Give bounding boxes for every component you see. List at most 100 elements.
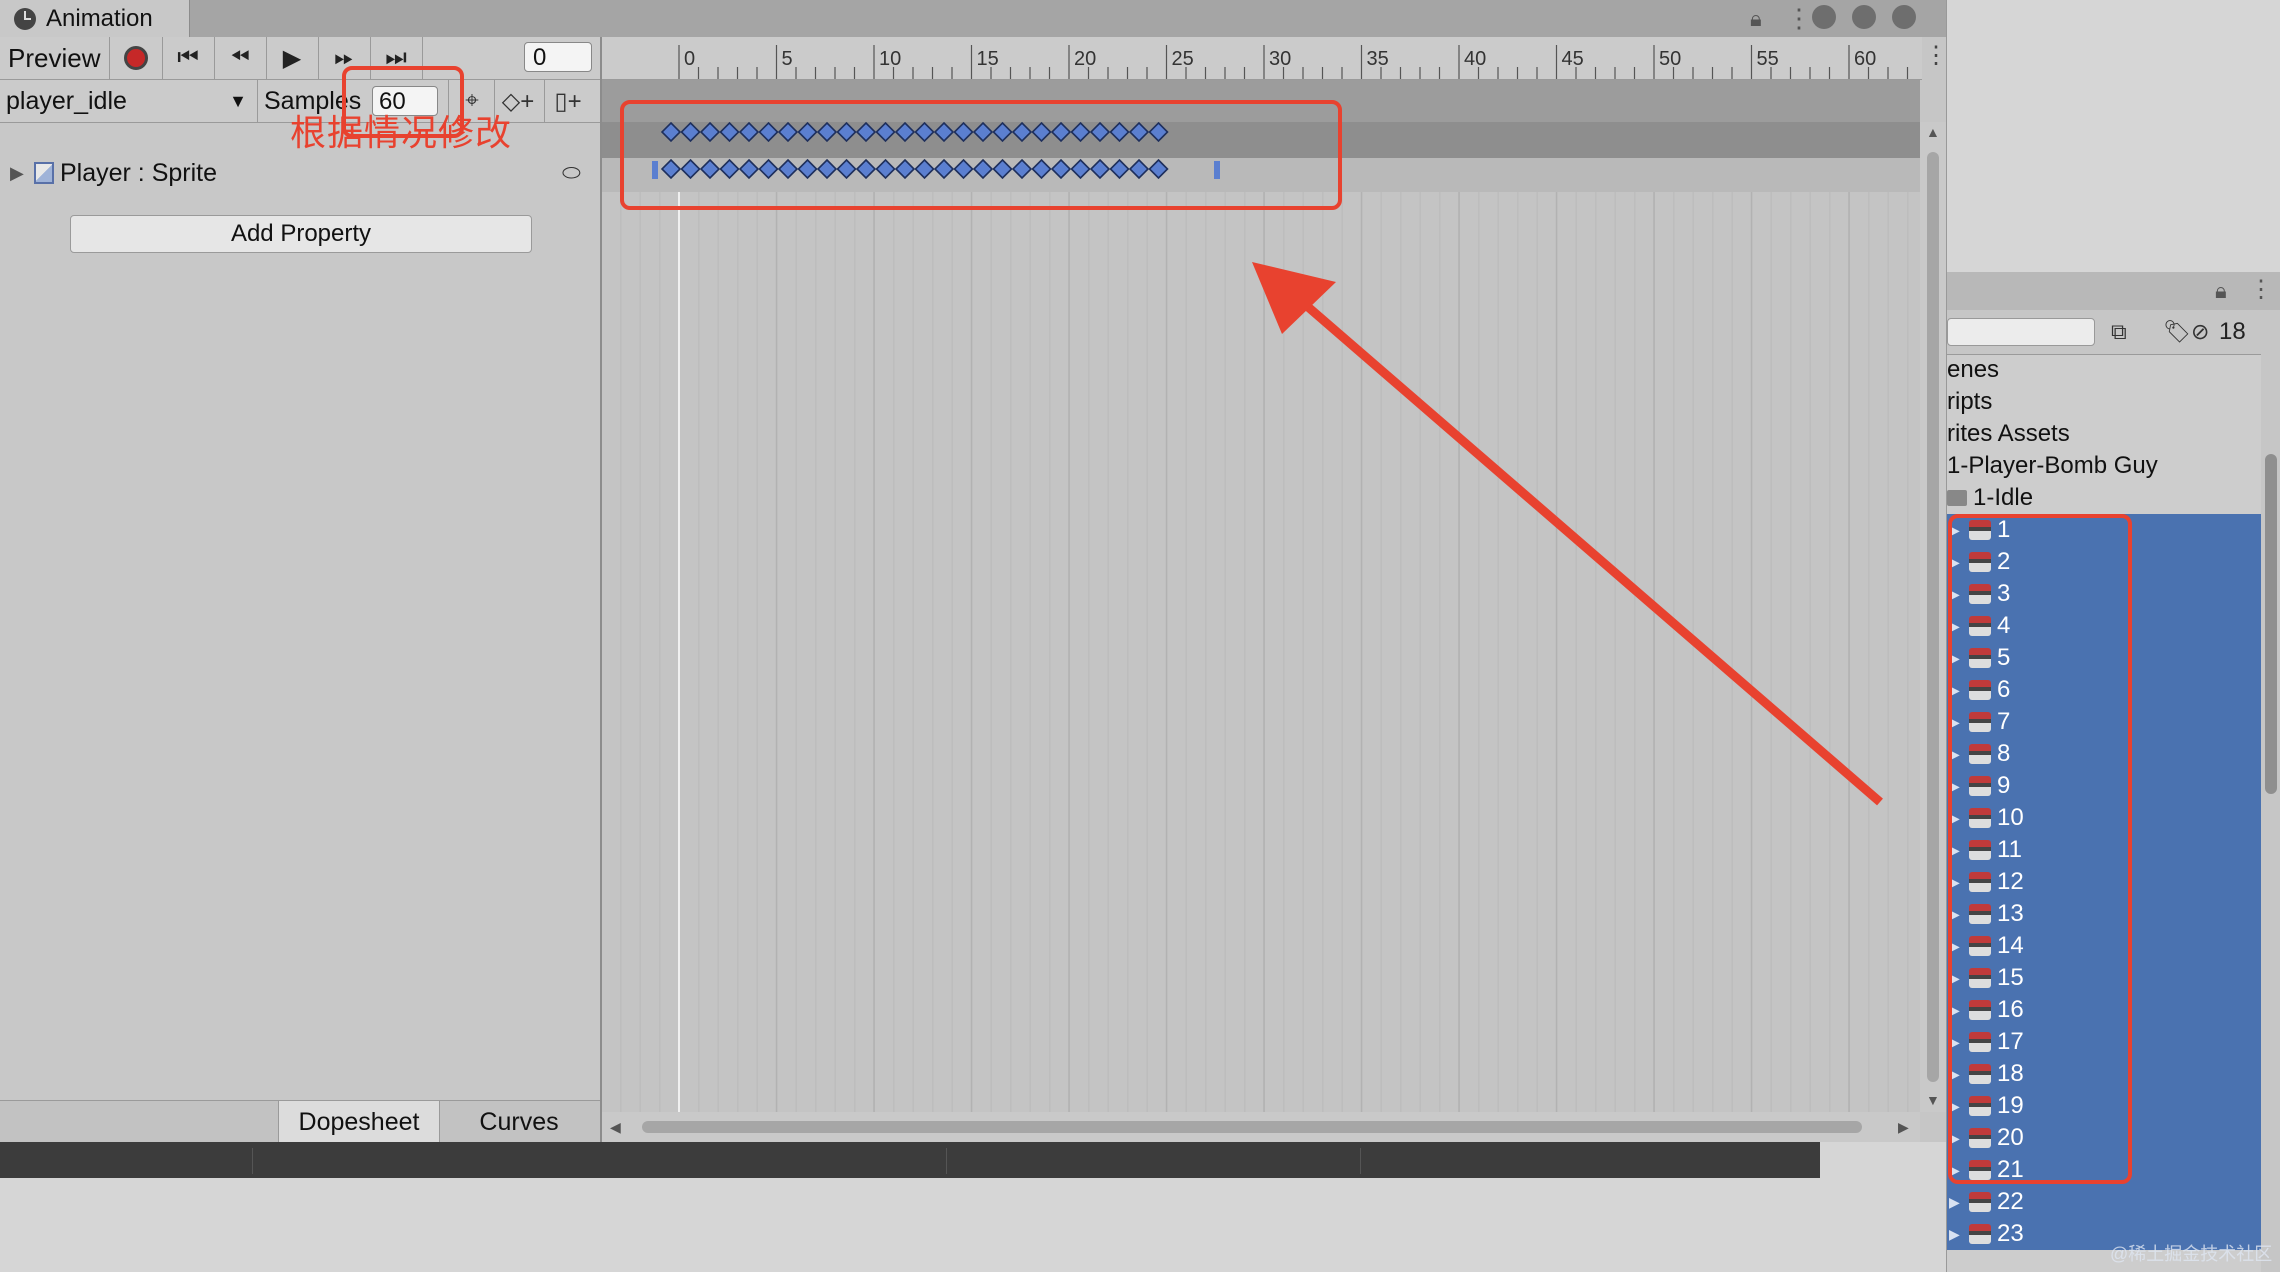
project-scrollbar[interactable] — [2261, 354, 2280, 1272]
foldout-arrow-icon[interactable]: ▶ — [1949, 1154, 1960, 1186]
sprite-asset-item[interactable]: ▶ 18 — [1947, 1058, 2261, 1090]
foldout-arrow-icon[interactable]: ▶ — [1949, 578, 1960, 610]
sprite-asset-item[interactable]: ▶ 16 — [1947, 994, 2261, 1026]
sprite-asset-item[interactable]: ▶ 2 — [1947, 546, 2261, 578]
sprite-asset-item[interactable]: ▶ 22 — [1947, 1186, 2261, 1218]
foldout-arrow-icon[interactable]: ▶ — [1949, 1058, 1960, 1090]
property-options-icon[interactable]: ⬭ — [562, 147, 581, 199]
foldout-arrow-icon[interactable]: ▶ — [1949, 1090, 1960, 1122]
preview-button[interactable]: Preview — [0, 37, 110, 79]
foldout-arrow-icon[interactable]: ▶ — [1949, 1218, 1960, 1250]
foldout-arrow-icon[interactable]: ▶ — [1949, 994, 1960, 1026]
sprite-asset-item[interactable]: ▶ 11 — [1947, 834, 2261, 866]
window-button-2[interactable] — [1852, 5, 1876, 29]
sprite-renderer-icon — [34, 162, 54, 184]
foldout-arrow-icon[interactable]: ▶ — [1949, 898, 1960, 930]
lock-icon[interactable]: 🔒︎ — [1750, 6, 1762, 32]
vertical-scroll-thumb[interactable] — [1927, 152, 1939, 1082]
window-button-1[interactable] — [1812, 5, 1836, 29]
play-button[interactable]: ▶ — [266, 37, 319, 79]
sprite-asset-item[interactable]: ▶ 12 — [1947, 866, 2261, 898]
scroll-down-icon[interactable]: ▼ — [1926, 1092, 1940, 1108]
sprite-thumbnail-icon — [1969, 648, 1991, 668]
scroll-right-icon[interactable]: ▶ — [1898, 1119, 1909, 1136]
sprite-asset-item[interactable]: ▶ 9 — [1947, 770, 2261, 802]
sprite-asset-item[interactable]: ▶ 3 — [1947, 578, 2261, 610]
folder-item[interactable]: 1-Player-Bomb Guy — [1947, 450, 2261, 482]
project-scroll-thumb[interactable] — [2265, 454, 2277, 794]
foldout-arrow-icon[interactable]: ▶ — [1949, 930, 1960, 962]
scroll-up-icon[interactable]: ▲ — [1926, 124, 1940, 140]
folder-item[interactable]: rites Assets — [1947, 418, 2261, 450]
sprite-asset-item[interactable]: ▶ 21 — [1947, 1154, 2261, 1186]
tab-dopesheet[interactable]: Dopesheet — [278, 1101, 440, 1143]
horizontal-scroll-thumb[interactable] — [642, 1121, 1862, 1133]
tab-animation[interactable]: Animation — [0, 0, 190, 37]
sprite-asset-item[interactable]: ▶ 15 — [1947, 962, 2261, 994]
add-event-button[interactable]: ▯+ — [544, 80, 591, 122]
sprite-asset-item[interactable]: ▶ 19 — [1947, 1090, 2261, 1122]
hidden-packages-icon[interactable]: ⊘ — [2191, 318, 2209, 346]
last-keyframe-button[interactable]: ⏭ — [370, 37, 423, 79]
time-ruler[interactable]: 0 5 10 15 20 25 30 35 40 45 50 55 60 — [602, 37, 1922, 80]
foldout-arrow-icon[interactable]: ▶ — [1949, 834, 1960, 866]
folder-item[interactable]: 1-Idle — [1947, 482, 2261, 514]
sprite-asset-item[interactable]: ▶ 6 — [1947, 674, 2261, 706]
summary-keyframe-row[interactable] — [602, 122, 1920, 158]
foldout-arrow-icon[interactable]: ▶ — [1949, 706, 1960, 738]
sprite-asset-item[interactable]: ▶ 1 — [1947, 514, 2261, 546]
sprite-asset-item[interactable]: ▶ 20 — [1947, 1122, 2261, 1154]
step-back-icon: ⏪︎ — [230, 44, 250, 71]
foldout-arrow-icon[interactable]: ▶ — [1949, 642, 1960, 674]
timeline-options-icon[interactable]: ⋮ — [1924, 41, 1948, 70]
sprite-asset-item[interactable]: ▶ 7 — [1947, 706, 2261, 738]
scroll-left-icon[interactable]: ◀ — [610, 1119, 621, 1136]
foldout-arrow-icon[interactable]: ▶ — [1949, 1122, 1960, 1154]
foldout-arrow-icon[interactable]: ▶ — [1949, 546, 1960, 578]
current-frame-field[interactable]: 0 — [524, 42, 592, 72]
foldout-arrow-icon[interactable]: ▶ — [1949, 1026, 1960, 1058]
add-property-button[interactable]: Add Property — [70, 215, 532, 253]
event-strip[interactable] — [602, 80, 1920, 122]
record-button[interactable] — [110, 37, 163, 79]
lock-icon[interactable]: 🔒︎ — [2215, 278, 2227, 304]
filter-by-type-icon[interactable]: ⧉ — [2111, 318, 2127, 346]
tab-curves[interactable]: Curves — [440, 1101, 598, 1143]
previous-keyframe-button[interactable]: ⏪︎ — [214, 37, 267, 79]
sprite-asset-item[interactable]: ▶ 14 — [1947, 930, 2261, 962]
sprite-asset-item[interactable]: ▶ 5 — [1947, 642, 2261, 674]
foldout-arrow-icon[interactable]: ▶ — [1949, 802, 1960, 834]
clip-dropdown[interactable]: player_idle ▼ — [0, 80, 258, 122]
foldout-arrow-icon[interactable]: ▶ — [10, 147, 24, 199]
folder-item[interactable]: ripts — [1947, 386, 2261, 418]
foldout-arrow-icon[interactable]: ▶ — [1949, 962, 1960, 994]
window-button-3[interactable] — [1892, 5, 1916, 29]
first-keyframe-button[interactable]: ⏮ — [162, 37, 215, 79]
more-options-icon[interactable]: ⋮ — [2249, 275, 2273, 304]
horizontal-scrollbar[interactable]: ◀ ▶ — [602, 1112, 1920, 1142]
sprite-asset-item[interactable]: ▶ 13 — [1947, 898, 2261, 930]
foldout-arrow-icon[interactable]: ▶ — [1949, 674, 1960, 706]
foldout-arrow-icon[interactable]: ▶ — [1949, 514, 1960, 546]
foldout-arrow-icon[interactable]: ▶ — [1949, 1186, 1960, 1218]
more-options-icon[interactable]: ⋮ — [1786, 3, 1812, 34]
ruler-ticks: 0 5 10 15 20 25 30 35 40 45 50 55 60 — [678, 45, 1909, 79]
filter-by-label-icon[interactable]: 🏷︎ — [2163, 318, 2191, 346]
foldout-arrow-icon[interactable]: ▶ — [1949, 738, 1960, 770]
foldout-arrow-icon[interactable]: ▶ — [1949, 610, 1960, 642]
dopesheet-timeline[interactable]: 0 5 10 15 20 25 30 35 40 45 50 55 60 ⋮ ▲ ▼ ◀ ▶ — [602, 37, 1948, 1142]
next-keyframe-button[interactable]: ⏩︎ — [318, 37, 371, 79]
vertical-scrollbar[interactable]: ▲ ▼ — [1920, 122, 1946, 1112]
foldout-arrow-icon[interactable]: ▶ — [1949, 866, 1960, 898]
animation-window: Animation 🔒︎ ⋮ Preview ⏮ ⏪︎ ▶ ⏩︎ ⏭ 0 pla… — [0, 0, 1948, 1143]
folder-item[interactable]: enes — [1947, 354, 2261, 386]
sprite-asset-item[interactable]: ▶ 10 — [1947, 802, 2261, 834]
search-input[interactable] — [1947, 318, 2095, 346]
property-keyframe-row[interactable] — [602, 158, 1920, 192]
foldout-arrow-icon[interactable]: ▶ — [1949, 770, 1960, 802]
timeline-grid[interactable] — [602, 192, 1920, 1112]
sprite-asset-item[interactable]: ▶ 17 — [1947, 1026, 2261, 1058]
sprite-asset-item[interactable]: ▶ 4 — [1947, 610, 2261, 642]
sprite-asset-item[interactable]: ▶ 8 — [1947, 738, 2261, 770]
divider — [252, 1148, 253, 1174]
